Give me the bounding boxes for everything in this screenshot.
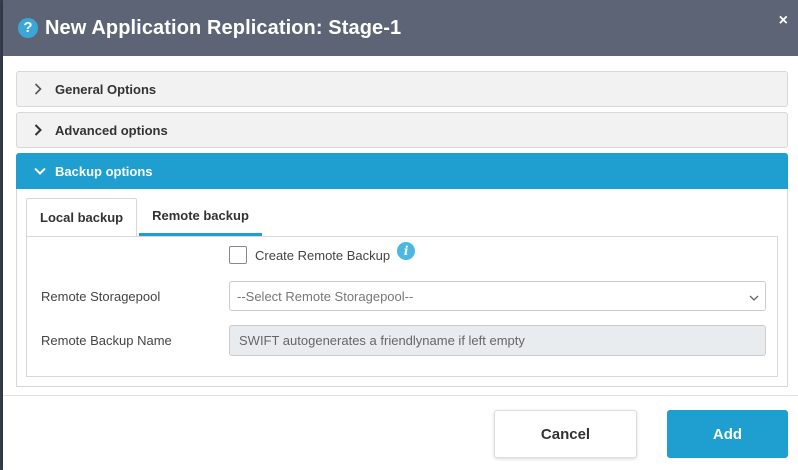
backup-tabs: Local backup Remote backup	[26, 198, 778, 236]
caret-down-icon	[749, 291, 759, 306]
chevron-right-icon	[34, 83, 46, 95]
modal-body: General Options Advanced options Backup …	[3, 56, 798, 387]
modal-footer: Cancel Add	[3, 395, 798, 470]
tab-remote-backup[interactable]: Remote backup	[139, 198, 262, 236]
create-remote-backup-row: Create Remote Backup i	[229, 241, 416, 264]
close-icon[interactable]: ×	[779, 12, 788, 30]
accordion-general-options[interactable]: General Options	[16, 71, 788, 107]
create-remote-backup-checkbox[interactable]	[229, 246, 247, 264]
remote-storagepool-selected-value: --Select Remote Storagepool--	[237, 288, 414, 304]
tab-local-backup[interactable]: Local backup	[26, 198, 138, 236]
create-remote-backup-label[interactable]: Create Remote Backup	[255, 248, 390, 263]
backup-options-panel: Local backup Remote backup Create Remote…	[16, 189, 788, 387]
modal-title: New Application Replication: Stage-1	[45, 16, 402, 39]
remote-backup-name-input[interactable]: SWIFT autogenerates a friendlyname if le…	[229, 325, 766, 356]
remote-storagepool-select[interactable]: --Select Remote Storagepool--	[229, 281, 766, 311]
replication-modal: ? New Application Replication: Stage-1 ×…	[3, 0, 798, 470]
cancel-button[interactable]: Cancel	[494, 410, 637, 458]
accordion-backup-options[interactable]: Backup options	[16, 153, 788, 189]
help-icon[interactable]: ?	[18, 18, 38, 38]
accordion-backup-options-label: Backup options	[55, 163, 153, 179]
add-button[interactable]: Add	[667, 410, 788, 458]
info-icon[interactable]: i	[397, 241, 416, 260]
remote-storagepool-label: Remote Storagepool	[41, 289, 161, 304]
chevron-right-icon	[34, 124, 46, 136]
remote-backup-name-label: Remote Backup Name	[41, 333, 172, 348]
accordion-advanced-options[interactable]: Advanced options	[16, 112, 788, 148]
accordion-general-options-label: General Options	[55, 81, 157, 97]
accordion-advanced-options-label: Advanced options	[55, 122, 168, 138]
remote-backup-name-placeholder: SWIFT autogenerates a friendlyname if le…	[239, 333, 525, 348]
chevron-down-icon	[34, 167, 46, 175]
remote-backup-tab-content: Create Remote Backup i Remote Storagepoo…	[26, 236, 778, 377]
modal-header: ? New Application Replication: Stage-1 ×	[3, 0, 798, 56]
